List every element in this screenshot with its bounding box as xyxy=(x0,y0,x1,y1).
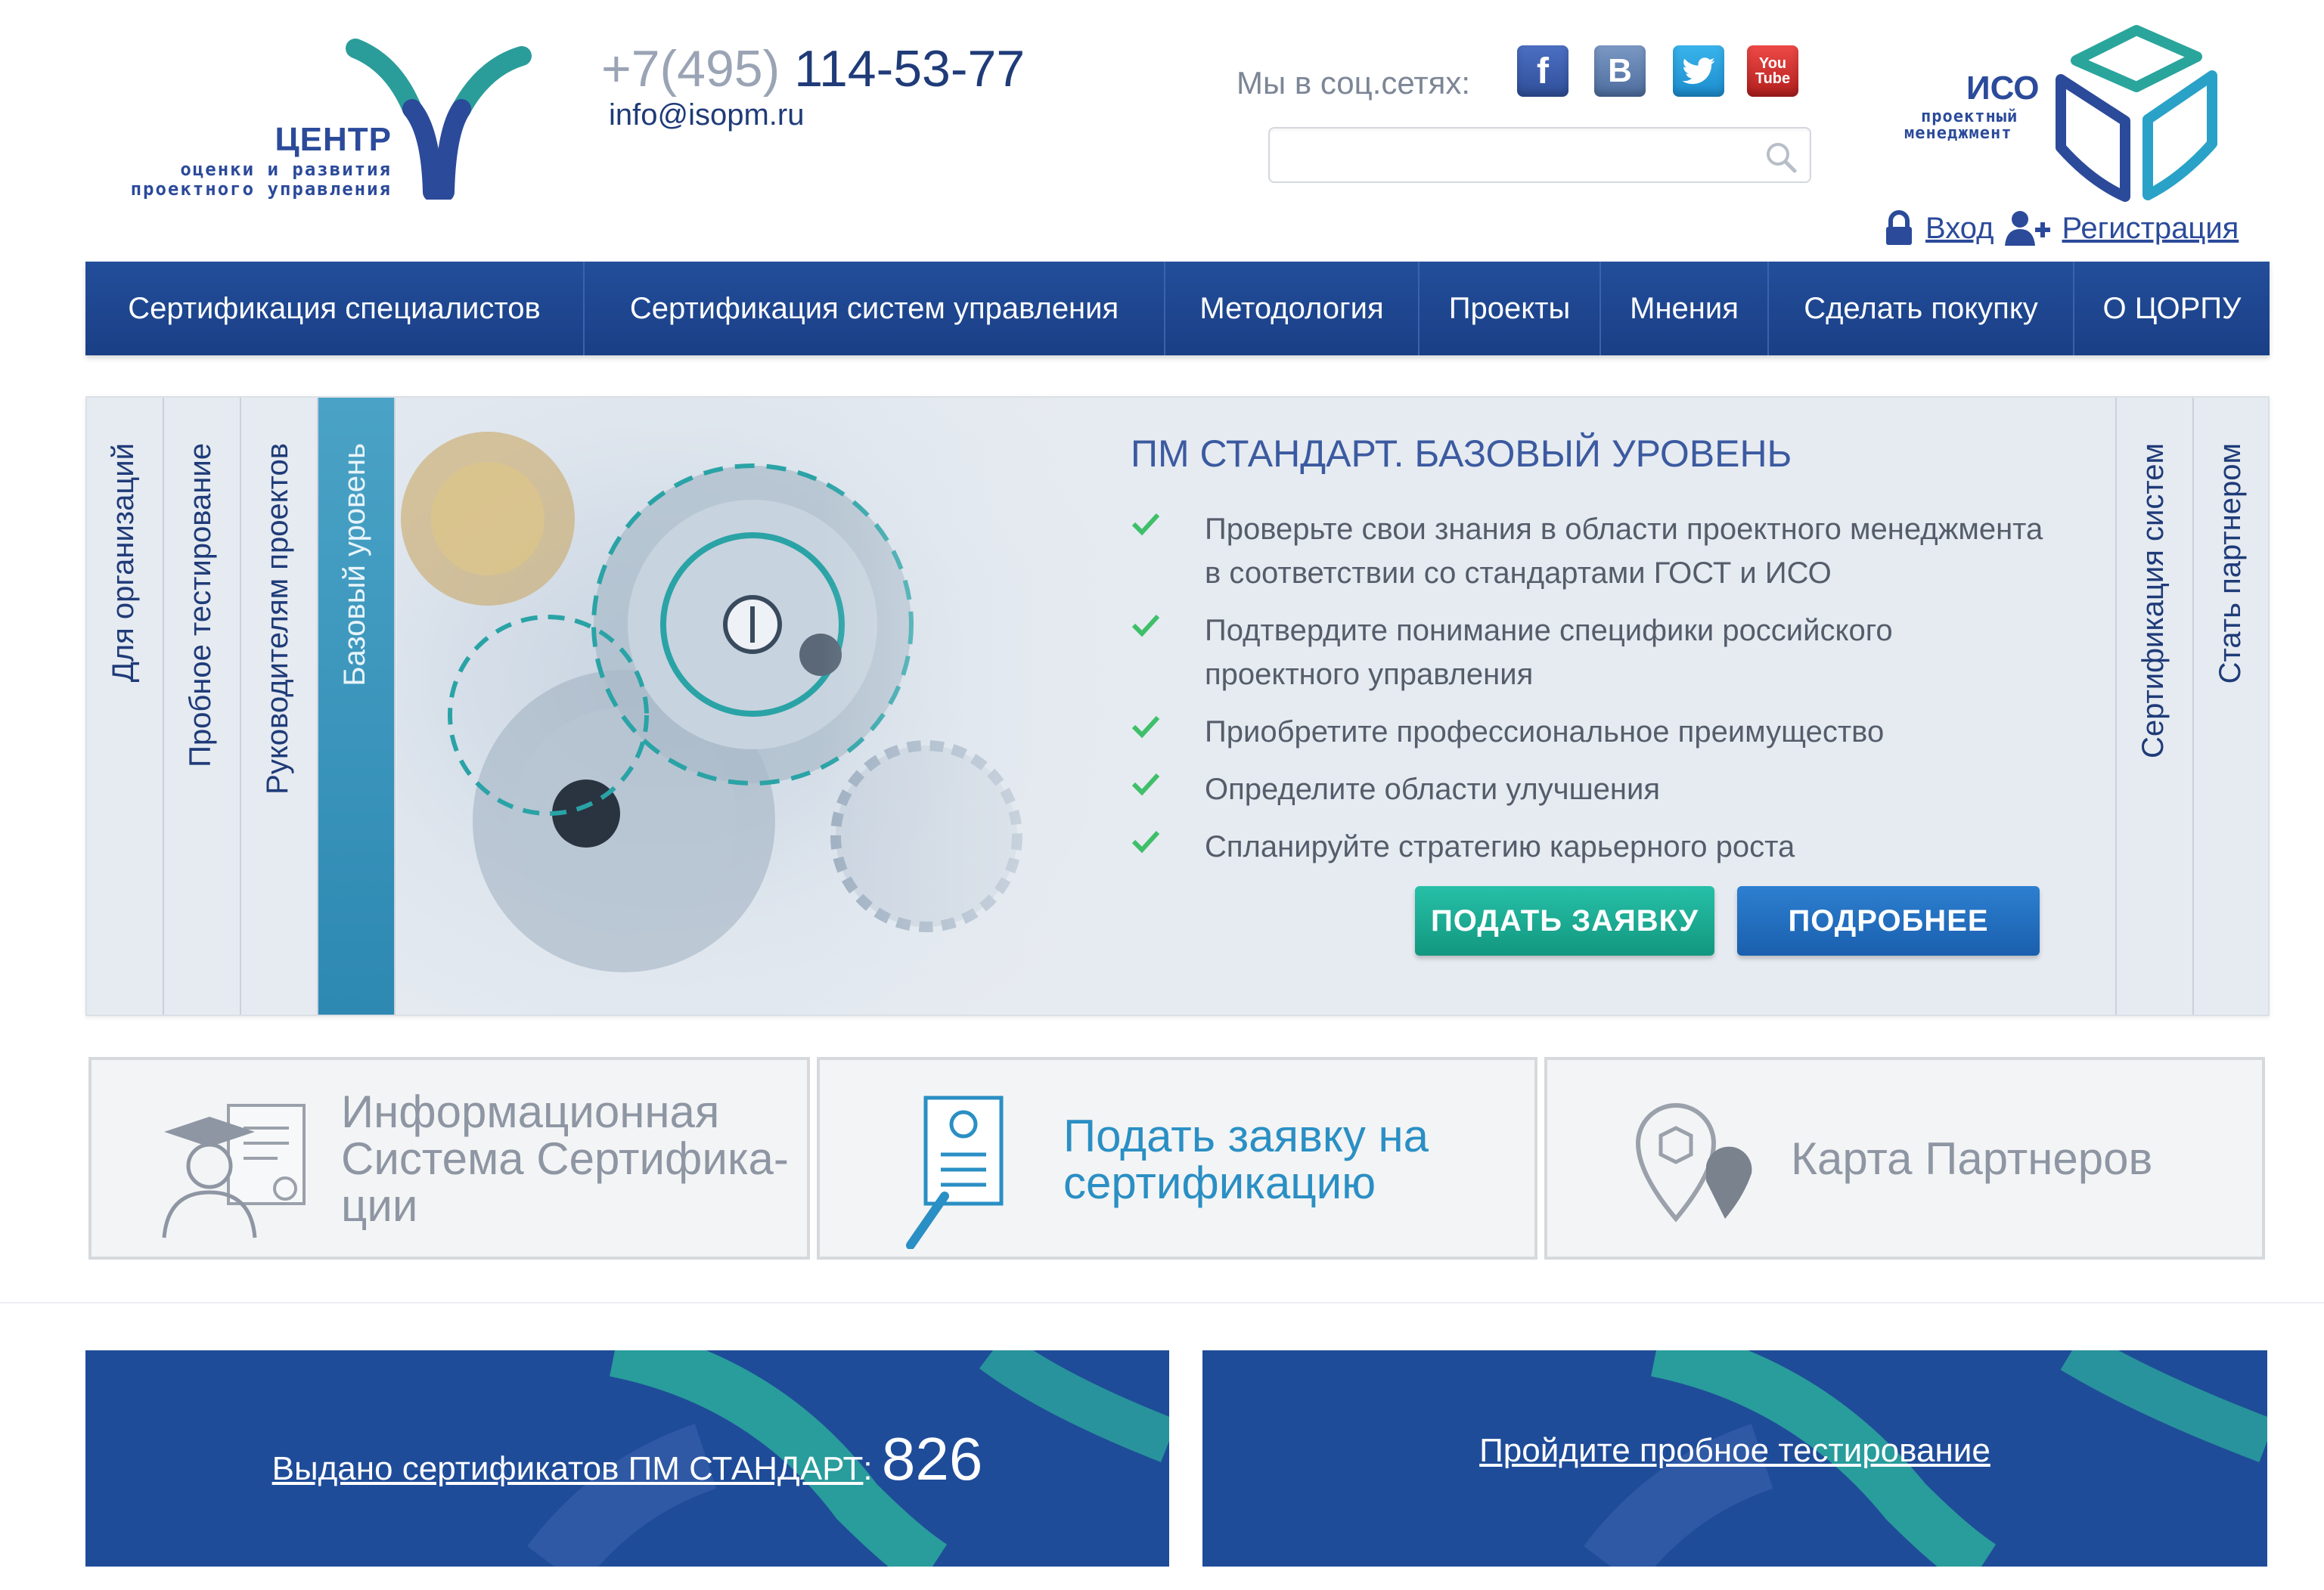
tab-trial-testing[interactable]: Пробное тестирование xyxy=(164,398,241,1015)
benefit-list: Проверьте свои знания в области проектно… xyxy=(1131,507,2205,882)
check-icon xyxy=(1131,614,1160,637)
tile-text: Информационная Система Сертифика- ции xyxy=(341,1089,810,1229)
youtube-icon[interactable]: You Tube xyxy=(1747,45,1798,97)
logo-title: ЦЕНТР xyxy=(275,121,392,158)
tab-label: Пробное тестирование xyxy=(184,443,217,767)
tab-label: Для организаций xyxy=(107,443,140,683)
twitter-icon[interactable] xyxy=(1673,45,1724,97)
certificates-text: Выдано сертификатов ПМ СТАНДАРТ: 826 xyxy=(85,1424,1169,1494)
more-button[interactable]: ПОДРОБНЕЕ xyxy=(1737,886,2040,956)
trial-test-link: Пройдите пробное тестирование xyxy=(1202,1432,2267,1470)
phone-number[interactable]: +7(495) 114-53-77 xyxy=(601,39,1025,98)
nav-item-management-certification[interactable]: Сертификация систем управления xyxy=(585,262,1165,355)
social-label: Мы в соц.сетях: xyxy=(1236,65,1470,101)
nav-item-specialist-certification[interactable]: Сертификация специалистов xyxy=(85,262,585,355)
list-item: Спланируйте стратегию карьерного роста xyxy=(1131,825,2205,869)
certificates-link[interactable]: Выдано сертификатов ПМ СТАНДАРТ xyxy=(272,1450,864,1487)
tab-project-managers[interactable]: Руководителям проектов xyxy=(241,398,318,1015)
tab-label: Руководителям проектов xyxy=(261,443,294,795)
tab-label: Сертификация систем xyxy=(2136,443,2170,759)
main-nav: Сертификация специалистов Сертификация с… xyxy=(85,262,2270,355)
divider xyxy=(0,1302,2324,1303)
bullet-line1: Определите области улучшения xyxy=(1205,773,1661,806)
document-pen-icon xyxy=(906,1096,1004,1249)
bullet-line1: Подтвердите понимание специфики российск… xyxy=(1205,614,1893,647)
check-icon xyxy=(1131,513,1160,536)
tile-line3: ции xyxy=(341,1180,418,1231)
list-item: Определите области улучшения xyxy=(1131,767,2205,811)
list-item: Подтвердите понимание специфики российск… xyxy=(1131,609,2205,696)
tab-system-certification[interactable]: Сертификация систем xyxy=(2115,398,2192,1015)
nav-item-about[interactable]: О ЦОРПУ xyxy=(2074,262,2270,355)
bullet-line1: Приобретите профессиональное преимуществ… xyxy=(1205,715,1885,749)
check-icon xyxy=(1131,773,1160,796)
bullet-line2: проектного управления xyxy=(1205,658,1534,691)
bullet-line2: в соответствии со стандартами ГОСТ и ИСО xyxy=(1205,556,1832,590)
certificates-separator: : xyxy=(863,1450,882,1487)
search-icon[interactable] xyxy=(1763,139,1799,175)
tile-partner-map[interactable]: Карта Партнеров xyxy=(1544,1057,2265,1260)
certificates-banner[interactable]: Выдано сертификатов ПМ СТАНДАРТ: 826 xyxy=(85,1350,1169,1567)
add-user-icon xyxy=(2004,211,2050,246)
register-link[interactable]: Регистрация xyxy=(2062,212,2239,246)
lock-icon xyxy=(1886,210,1912,245)
nav-item-methodology[interactable]: Методология xyxy=(1165,262,1420,355)
nav-item-opinions[interactable]: Мнения xyxy=(1601,262,1769,355)
tab-become-partner[interactable]: Стать партнером xyxy=(2192,398,2268,1015)
center-logo[interactable]: ЦЕНТР оценки и развития проектного управ… xyxy=(83,26,552,207)
vk-icon[interactable]: B xyxy=(1594,45,1646,97)
auth-links: Вход Регистрация xyxy=(1883,206,2239,251)
tile-line1: Подать заявку на xyxy=(1063,1111,1429,1161)
tile-apply-certification[interactable]: Подать заявку на сертификацию xyxy=(817,1057,1537,1260)
logo-subtitle-line2: проектного управления xyxy=(130,178,392,200)
check-icon xyxy=(1131,715,1160,739)
tab-for-organizations[interactable]: Для организаций xyxy=(87,398,164,1015)
nav-item-projects[interactable]: Проекты xyxy=(1420,262,1601,355)
logo-subtitle-line1: оценки и развития xyxy=(180,159,392,180)
phone-code: +7(495) xyxy=(601,40,780,98)
login-link[interactable]: Вход xyxy=(1925,212,1994,246)
nav-item-purchase[interactable]: Сделать покупку xyxy=(1769,262,2074,355)
gears-illustration xyxy=(397,398,1168,1015)
facebook-icon[interactable]: f xyxy=(1517,45,1568,97)
graduate-certificate-icon xyxy=(162,1104,306,1238)
iso-logo[interactable]: ИСО проектный менеджмент xyxy=(1876,23,2231,219)
tile-text: Карта Партнеров xyxy=(1791,1133,2153,1184)
twitter-bird-icon xyxy=(1682,57,1715,85)
map-pin-icon xyxy=(1635,1102,1752,1223)
iso-logo-line2: менеджмент xyxy=(1904,124,2012,143)
bullet-line1: Проверьте свои знания в области проектно… xyxy=(1205,513,2043,546)
youtube-you-text: You xyxy=(1758,55,1787,72)
slide-title: ПМ СТАНДАРТ. БАЗОВЫЙ УРОВЕНЬ xyxy=(1131,432,1792,475)
trial-test-link-text[interactable]: Пройдите пробное тестирование xyxy=(1479,1432,1990,1469)
phone-digits: 114-53-77 xyxy=(794,40,1025,98)
youtube-tube-text: Tube xyxy=(1755,70,1791,87)
certificates-count: 826 xyxy=(881,1425,983,1492)
trial-test-banner[interactable]: Пройдите пробное тестирование xyxy=(1202,1350,2267,1567)
hero-slider: Для организаций Пробное тестирование Рук… xyxy=(85,396,2270,1016)
tile-text: Подать заявку на сертификацию xyxy=(1063,1113,1429,1207)
tab-basic-level[interactable]: Базовый уровень xyxy=(318,398,396,1015)
list-item: Проверьте свои знания в области проектно… xyxy=(1131,507,2205,595)
tile-info-system[interactable]: Информационная Система Сертифика- ции xyxy=(88,1057,810,1260)
apply-button[interactable]: ПОДАТЬ ЗАЯВКУ xyxy=(1415,886,1714,956)
tile-line1: Информационная xyxy=(341,1086,720,1137)
iso-logo-title: ИСО xyxy=(1966,70,2040,107)
check-icon xyxy=(1131,830,1160,854)
tab-label: Стать партнером xyxy=(2214,443,2247,684)
bullet-line1: Спланируйте стратегию карьерного роста xyxy=(1205,830,1795,863)
tile-line2: Система Сертифика- xyxy=(341,1133,789,1184)
email-link[interactable]: info@isopm.ru xyxy=(609,98,804,132)
search-input[interactable] xyxy=(1268,127,1811,183)
tile-line2: сертификацию xyxy=(1063,1158,1376,1208)
tab-label: Базовый уровень xyxy=(338,443,371,687)
iso-cube-icon xyxy=(2056,25,2217,202)
list-item: Приобретите профессиональное преимуществ… xyxy=(1131,710,2205,754)
